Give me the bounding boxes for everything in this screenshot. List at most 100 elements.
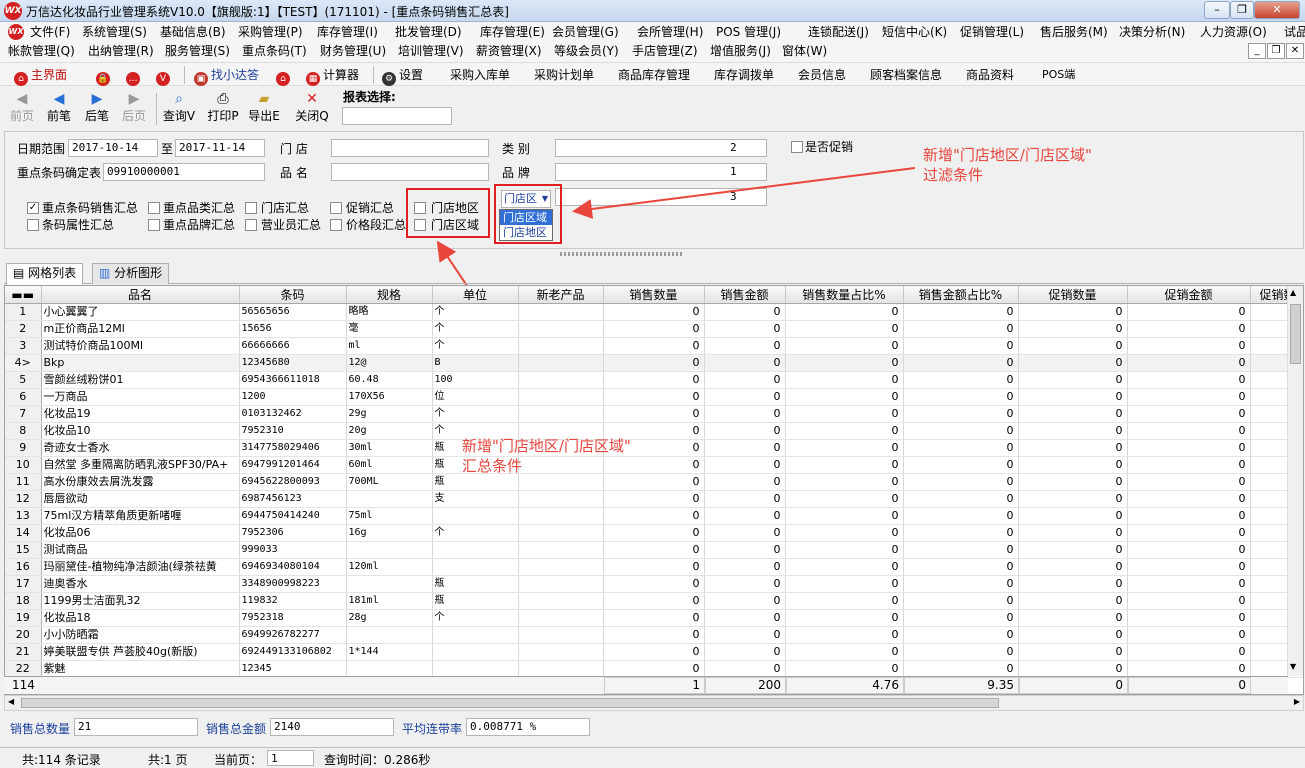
scroll-right-icon[interactable]: ▶ [1294, 697, 1300, 706]
table-cell: 小小防晒霜 [41, 626, 240, 644]
table-row[interactable]: 13 75ml汉方精萃角质更新啫喱 6944750414240 75ml 0 0 0 0 0 0 [5, 507, 1303, 525]
tab-grid-list[interactable]: ▤ 网格列表 [6, 263, 84, 285]
table-cell: 9 [5, 439, 42, 457]
table-cell: 0 [903, 541, 1019, 559]
vertical-scroll-thumb[interactable] [1290, 304, 1301, 364]
table-cell: 0 [1018, 337, 1128, 355]
scroll-down-icon[interactable]: ▼ [1290, 662, 1296, 671]
table-cell: 0 [1018, 524, 1128, 542]
table-cell: 12345 [239, 660, 347, 678]
table-cell [518, 337, 604, 355]
record-count: 共:114 条记录 [22, 753, 101, 767]
table-cell: 0 [785, 541, 904, 559]
table-cell: 12@ [346, 354, 433, 372]
column-header[interactable]: 销售金额占比% [903, 286, 1019, 304]
table-row[interactable]: 2 m正价商品12Ml 15656 毫个 0 0 0 0 0 0 [5, 320, 1303, 338]
scroll-left-icon[interactable]: ◀ [8, 697, 14, 706]
table-cell: 0 [1127, 337, 1251, 355]
table-row[interactable]: 14 化妆品06 7952306 16g 个 0 0 0 0 0 0 [5, 524, 1303, 542]
horizontal-scroll-thumb[interactable] [21, 698, 999, 708]
vertical-scrollbar[interactable]: ▲ ▼ [1287, 286, 1303, 676]
column-header[interactable]: 销售金额 [704, 286, 786, 304]
column-header[interactable]: 规格 [346, 286, 433, 304]
table-cell: 0 [785, 626, 904, 644]
table-cell: 0 [704, 439, 786, 457]
table-cell: 0 [785, 592, 904, 610]
column-header[interactable]: 促销金额 [1127, 286, 1251, 304]
column-header[interactable]: 单位 [432, 286, 519, 304]
table-row[interactable]: 18 1199男士洁面乳32 119832 181ml 瓶 0 0 0 0 0 0 [5, 592, 1303, 610]
summary-annotation: 新增"门店地区/门店区域" 汇总条件 [462, 437, 631, 475]
table-cell: 0 [1127, 371, 1251, 389]
table-cell: 6947991201464 [239, 456, 347, 474]
table-row[interactable]: 20 小小防晒霜 6949926782277 0 0 0 0 0 0 [5, 626, 1303, 644]
horizontal-scrollbar[interactable]: ◀ ▶ [4, 695, 1304, 711]
table-row[interactable]: 3 测试特价商品100Ml 66666666 ml 个 0 0 0 0 0 0 [5, 337, 1303, 355]
tab-analysis-chart[interactable]: ▥ 分析图形 [92, 263, 170, 284]
table-cell: 0 [603, 558, 705, 576]
table-cell: 0 [1018, 490, 1128, 508]
table-row[interactable]: 6 一万商品 1200 170X56 位 0 0 0 0 0 0 [5, 388, 1303, 406]
table-cell: ml [346, 337, 433, 355]
table-cell: 玛丽黛佳-植物纯净洁颜油(绿茶祛黄 [41, 558, 240, 576]
avg-rate-label: 平均连带率 [402, 722, 463, 736]
total-amount-value: 2140 [270, 718, 394, 736]
table-cell: 6 [5, 388, 42, 406]
column-header[interactable]: 销售数量占比% [785, 286, 904, 304]
table-cell: 6945622800093 [239, 473, 347, 491]
table-row[interactable]: 1 小心翼翼了 56565656 略略个 0 0 0 0 0 0 [5, 303, 1303, 321]
table-cell: 0 [785, 507, 904, 525]
table-cell: 0 [1018, 626, 1128, 644]
table-row[interactable]: 11 高水份康效去屑洗发露 6945622800093 700ML 瓶 0 0 0 0 0 0 [5, 473, 1303, 491]
table-cell [432, 643, 519, 661]
column-header[interactable]: 新老产品 [518, 286, 604, 304]
column-header[interactable]: ▬▬ [5, 286, 42, 304]
table-row[interactable]: 4> Bkp 12345680 12@ B 0 0 0 0 0 0 [5, 354, 1303, 372]
table-row[interactable]: 17 迪奥香水 3348900998223 瓶 0 0 0 0 0 0 [5, 575, 1303, 593]
table-row[interactable]: 22 紫魅 12345 0 0 0 0 0 0 [5, 660, 1303, 678]
avg-rate-value: 0.008771 % [466, 718, 590, 736]
column-header[interactable]: 销售数量 [603, 286, 705, 304]
table-cell: 奇迹女士香水 [41, 439, 240, 457]
table-row[interactable]: 8 化妆品10 7952310 20g 个 0 0 0 0 0 0 [5, 422, 1303, 440]
table-row[interactable]: 16 玛丽黛佳-植物纯净洁颜油(绿茶祛黄 6946934080104 120ml 0 0 0… [5, 558, 1303, 576]
table-cell: 0 [1127, 524, 1251, 542]
table-row[interactable]: 7 化妆品19 0103132462 29g 个 0 0 0 0 0 0 [5, 405, 1303, 423]
column-header[interactable]: 品名 [41, 286, 240, 304]
table-row[interactable]: 12 唇唇欲动 6987456123 支 0 0 0 0 0 0 [5, 490, 1303, 508]
table-cell: 雪颜丝绒粉饼01 [41, 371, 240, 389]
table-cell [432, 626, 519, 644]
table-cell: 0 [903, 473, 1019, 491]
table-cell: 0 [1018, 371, 1128, 389]
table-cell: B [432, 354, 519, 372]
table-row[interactable]: 10 自然堂 多重隔离防晒乳液SPF30/PA+ 6947991201464 60ml… [5, 456, 1303, 474]
table-cell: 16g [346, 524, 433, 542]
table-cell: 15656 [239, 320, 347, 338]
panel-splitter[interactable] [4, 251, 1304, 257]
table-cell: 紫魅 [41, 660, 240, 678]
table-cell: 支 [432, 490, 519, 508]
footer-promo-qty: 0 [1019, 677, 1128, 694]
table-cell: 0 [785, 337, 904, 355]
table-row[interactable]: 9 奇迹女士香水 3147758029406 30ml 瓶 0 0 0 0 0 0 [5, 439, 1303, 457]
table-row[interactable]: 5 雪颜丝绒粉饼01 6954366611018 60.48 100 0 0 0 0 0 0 [5, 371, 1303, 389]
table-cell: 0 [903, 643, 1019, 661]
table-cell: 0 [1018, 473, 1128, 491]
table-cell: 0 [785, 558, 904, 576]
table-cell: 0 [704, 320, 786, 338]
table-cell [518, 371, 604, 389]
table-row[interactable]: 21 婷美联盟专供 芦荟胶40g(新版) 692449133106802 1*144 0… [5, 643, 1303, 661]
total-amount-label: 销售总金额 [206, 722, 267, 736]
table-row[interactable]: 15 测试商品 999033 0 0 0 0 0 0 [5, 541, 1303, 559]
table-cell [518, 354, 604, 372]
table-cell [518, 320, 604, 338]
table-cell: 0 [903, 575, 1019, 593]
table-cell: 28g [346, 609, 433, 627]
table-cell: 自然堂 多重隔离防晒乳液SPF30/PA+ [41, 456, 240, 474]
current-page-input[interactable]: 1 [267, 750, 314, 766]
table-row[interactable]: 19 化妆品18 7952318 28g 个 0 0 0 0 0 0 [5, 609, 1303, 627]
column-header[interactable]: 促销数量 [1018, 286, 1128, 304]
scroll-up-icon[interactable]: ▲ [1290, 288, 1296, 297]
column-header[interactable]: 条码 [239, 286, 347, 304]
table-cell: 0 [1127, 541, 1251, 559]
